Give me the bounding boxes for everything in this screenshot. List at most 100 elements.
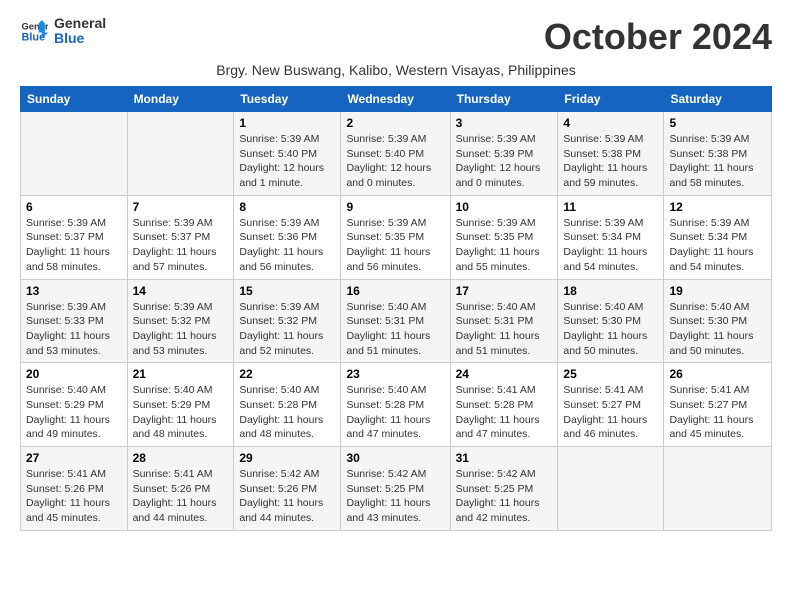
- day-info: Sunrise: 5:39 AMSunset: 5:40 PMDaylight:…: [346, 132, 444, 191]
- calendar-cell: 21Sunrise: 5:40 AMSunset: 5:29 PMDayligh…: [127, 363, 234, 447]
- day-info: Sunrise: 5:41 AMSunset: 5:27 PMDaylight:…: [669, 383, 766, 442]
- calendar-cell: 26 Sunrise: 5:41 AMSunset: 5:27 PMDayligh…: [664, 363, 772, 447]
- calendar-cell: [21, 112, 128, 196]
- day-info: Sunrise: 5:41 AMSunset: 5:27 PMDaylight:…: [563, 383, 658, 442]
- day-number: 10: [456, 200, 553, 214]
- day-number: 19: [669, 284, 766, 298]
- day-info: Sunrise: 5:40 AMSunset: 5:29 PMDaylight:…: [133, 383, 229, 442]
- day-info: Sunrise: 5:41 AMSunset: 5:26 PMDaylight:…: [133, 467, 229, 526]
- calendar-cell: 22 Sunrise: 5:40 AMSunset: 5:28 PMDayligh…: [234, 363, 341, 447]
- day-number: 12: [669, 200, 766, 214]
- calendar-cell: 12 Sunrise: 5:39 AMSunset: 5:34 PMDayligh…: [664, 195, 772, 279]
- day-info: Sunrise: 5:41 AMSunset: 5:28 PMDaylight:…: [456, 383, 553, 442]
- calendar-cell: 1 Sunrise: 5:39 AMSunset: 5:40 PMDaylight…: [234, 112, 341, 196]
- calendar-cell: 3Sunrise: 5:39 AMSunset: 5:39 PMDaylight…: [450, 112, 558, 196]
- day-info: Sunrise: 5:39 AMSunset: 5:34 PMDaylight:…: [669, 216, 766, 275]
- calendar-cell: 19 Sunrise: 5:40 AMSunset: 5:30 PMDayligh…: [664, 279, 772, 363]
- calendar-cell: 6 Sunrise: 5:39 AMSunset: 5:37 PMDaylight…: [21, 195, 128, 279]
- day-number: 25: [563, 367, 658, 381]
- calendar-cell: [664, 447, 772, 531]
- calendar-cell: 23 Sunrise: 5:40 AMSunset: 5:28 PMDayligh…: [341, 363, 450, 447]
- day-number: 20: [26, 367, 122, 381]
- day-number: 28: [133, 451, 229, 465]
- day-info: Sunrise: 5:39 AMSunset: 5:35 PMDaylight:…: [346, 216, 444, 275]
- header-wednesday: Wednesday: [341, 87, 450, 112]
- day-info: Sunrise: 5:40 AMSunset: 5:28 PMDaylight:…: [239, 383, 335, 442]
- header-monday: Monday: [127, 87, 234, 112]
- day-info: Sunrise: 5:39 AMSunset: 5:35 PMDaylight:…: [456, 216, 553, 275]
- svg-text:Blue: Blue: [22, 32, 46, 44]
- day-number: 29: [239, 451, 335, 465]
- calendar-cell: 4 Sunrise: 5:39 AMSunset: 5:38 PMDaylight…: [558, 112, 664, 196]
- day-number: 31: [456, 451, 553, 465]
- day-number: 17: [456, 284, 553, 298]
- day-number: 13: [26, 284, 122, 298]
- calendar-cell: 10 Sunrise: 5:39 AMSunset: 5:35 PMDayligh…: [450, 195, 558, 279]
- calendar-cell: [558, 447, 664, 531]
- calendar-cell: 29Sunrise: 5:42 AMSunset: 5:26 PMDayligh…: [234, 447, 341, 531]
- day-number: 9: [346, 200, 444, 214]
- logo-blue: Blue: [54, 31, 106, 46]
- day-info: Sunrise: 5:40 AMSunset: 5:28 PMDaylight:…: [346, 383, 444, 442]
- logo: General Blue General Blue: [20, 16, 106, 47]
- header-friday: Friday: [558, 87, 664, 112]
- day-number: 4: [563, 116, 658, 130]
- day-info: Sunrise: 5:39 AMSunset: 5:32 PMDaylight:…: [239, 300, 335, 359]
- calendar-cell: 7Sunrise: 5:39 AMSunset: 5:37 PMDaylight…: [127, 195, 234, 279]
- day-info: Sunrise: 5:39 AMSunset: 5:33 PMDaylight:…: [26, 300, 122, 359]
- calendar-cell: 9 Sunrise: 5:39 AMSunset: 5:35 PMDaylight…: [341, 195, 450, 279]
- day-info: Sunrise: 5:39 AMSunset: 5:32 PMDaylight:…: [133, 300, 229, 359]
- day-number: 26: [669, 367, 766, 381]
- day-number: 27: [26, 451, 122, 465]
- week-row-0: 1 Sunrise: 5:39 AMSunset: 5:40 PMDaylight…: [21, 112, 772, 196]
- calendar-cell: 24 Sunrise: 5:41 AMSunset: 5:28 PMDayligh…: [450, 363, 558, 447]
- location-subtitle: Brgy. New Buswang, Kalibo, Western Visay…: [20, 62, 772, 78]
- day-number: 6: [26, 200, 122, 214]
- calendar-cell: [127, 112, 234, 196]
- day-info: Sunrise: 5:39 AMSunset: 5:38 PMDaylight:…: [563, 132, 658, 191]
- day-info: Sunrise: 5:39 AMSunset: 5:39 PMDaylight:…: [456, 132, 553, 191]
- calendar-cell: 17Sunrise: 5:40 AMSunset: 5:31 PMDayligh…: [450, 279, 558, 363]
- calendar-cell: 13 Sunrise: 5:39 AMSunset: 5:33 PMDayligh…: [21, 279, 128, 363]
- calendar-header-row: SundayMondayTuesdayWednesdayThursdayFrid…: [21, 87, 772, 112]
- month-title: October 2024: [544, 16, 772, 58]
- day-number: 16: [346, 284, 444, 298]
- week-row-4: 27 Sunrise: 5:41 AMSunset: 5:26 PMDayligh…: [21, 447, 772, 531]
- calendar-cell: 28 Sunrise: 5:41 AMSunset: 5:26 PMDayligh…: [127, 447, 234, 531]
- day-info: Sunrise: 5:40 AMSunset: 5:29 PMDaylight:…: [26, 383, 122, 442]
- logo-icon: General Blue: [20, 17, 48, 45]
- day-number: 1: [239, 116, 335, 130]
- day-info: Sunrise: 5:40 AMSunset: 5:31 PMDaylight:…: [346, 300, 444, 359]
- day-number: 5: [669, 116, 766, 130]
- day-number: 14: [133, 284, 229, 298]
- calendar-cell: 27 Sunrise: 5:41 AMSunset: 5:26 PMDayligh…: [21, 447, 128, 531]
- day-info: Sunrise: 5:39 AMSunset: 5:34 PMDaylight:…: [563, 216, 658, 275]
- calendar-cell: 31Sunrise: 5:42 AMSunset: 5:25 PMDayligh…: [450, 447, 558, 531]
- header-thursday: Thursday: [450, 87, 558, 112]
- calendar-cell: 25 Sunrise: 5:41 AMSunset: 5:27 PMDayligh…: [558, 363, 664, 447]
- calendar-cell: 2 Sunrise: 5:39 AMSunset: 5:40 PMDaylight…: [341, 112, 450, 196]
- week-row-2: 13 Sunrise: 5:39 AMSunset: 5:33 PMDayligh…: [21, 279, 772, 363]
- calendar-cell: 14 Sunrise: 5:39 AMSunset: 5:32 PMDayligh…: [127, 279, 234, 363]
- day-info: Sunrise: 5:42 AMSunset: 5:25 PMDaylight:…: [346, 467, 444, 526]
- day-number: 22: [239, 367, 335, 381]
- day-number: 18: [563, 284, 658, 298]
- week-row-1: 6 Sunrise: 5:39 AMSunset: 5:37 PMDaylight…: [21, 195, 772, 279]
- day-info: Sunrise: 5:41 AMSunset: 5:26 PMDaylight:…: [26, 467, 122, 526]
- day-info: Sunrise: 5:39 AMSunset: 5:37 PMDaylight:…: [26, 216, 122, 275]
- day-info: Sunrise: 5:39 AMSunset: 5:40 PMDaylight:…: [239, 132, 335, 191]
- calendar-cell: 15 Sunrise: 5:39 AMSunset: 5:32 PMDayligh…: [234, 279, 341, 363]
- calendar-cell: 5Sunrise: 5:39 AMSunset: 5:38 PMDaylight…: [664, 112, 772, 196]
- calendar-cell: 20 Sunrise: 5:40 AMSunset: 5:29 PMDayligh…: [21, 363, 128, 447]
- day-number: 2: [346, 116, 444, 130]
- calendar-cell: 16 Sunrise: 5:40 AMSunset: 5:31 PMDayligh…: [341, 279, 450, 363]
- header-saturday: Saturday: [664, 87, 772, 112]
- day-number: 15: [239, 284, 335, 298]
- day-number: 24: [456, 367, 553, 381]
- day-info: Sunrise: 5:40 AMSunset: 5:30 PMDaylight:…: [669, 300, 766, 359]
- day-number: 23: [346, 367, 444, 381]
- week-row-3: 20 Sunrise: 5:40 AMSunset: 5:29 PMDayligh…: [21, 363, 772, 447]
- header-sunday: Sunday: [21, 87, 128, 112]
- logo-general: General: [54, 16, 106, 31]
- day-number: 8: [239, 200, 335, 214]
